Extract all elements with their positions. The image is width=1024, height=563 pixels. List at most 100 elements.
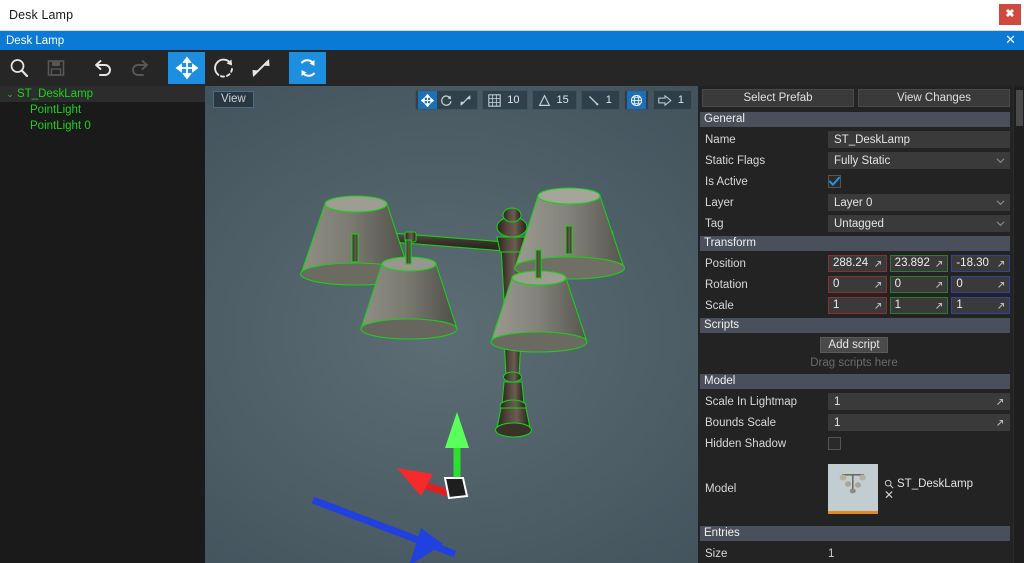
hierarchy-node-st-desklamp[interactable]: ⌄ ST_DeskLamp bbox=[0, 86, 205, 102]
grid-snap-value[interactable]: 10 bbox=[504, 94, 524, 106]
label-bounds-scale: Bounds Scale bbox=[705, 416, 776, 429]
document-close-icon[interactable]: ✕ bbox=[1005, 33, 1016, 47]
select-prefab-button[interactable]: Select Prefab bbox=[702, 89, 854, 107]
search-icon[interactable] bbox=[884, 479, 894, 489]
move-tool-icon[interactable] bbox=[168, 52, 205, 84]
scale-snap-value[interactable]: 1 bbox=[603, 94, 617, 106]
scene-viewport[interactable]: View 10 15 1 1 bbox=[205, 86, 698, 563]
rotation-x-input[interactable]: 0 bbox=[828, 276, 887, 293]
add-script-button[interactable]: Add script bbox=[820, 337, 888, 353]
rotate-tool-icon[interactable] bbox=[205, 52, 242, 84]
viewport-gizmo-group bbox=[415, 90, 479, 110]
label-tag: Tag bbox=[705, 217, 724, 230]
layer-dropdown[interactable]: Layer 0 bbox=[828, 194, 1010, 211]
space-mode-group bbox=[623, 90, 649, 110]
expand-icon[interactable] bbox=[934, 259, 944, 269]
rotate-gizmo-icon[interactable] bbox=[437, 91, 456, 109]
window-titlebar: Desk Lamp ✖ bbox=[0, 0, 1024, 31]
label-is-active: Is Active bbox=[705, 175, 748, 188]
section-header-model: Model bbox=[700, 374, 1010, 389]
arrow-right-icon[interactable] bbox=[656, 91, 675, 109]
tag-value: Untagged bbox=[834, 218, 884, 230]
ruler-icon[interactable] bbox=[584, 91, 603, 109]
section-header-entries: Entries bbox=[700, 526, 1010, 541]
bounds-scale-input[interactable]: 1 bbox=[828, 414, 1010, 431]
window-title: Desk Lamp bbox=[9, 8, 74, 22]
rotation-y-input[interactable]: 0 bbox=[889, 276, 949, 293]
lamp-3d-model bbox=[299, 187, 626, 563]
position-x-value: 288.24 bbox=[833, 257, 869, 269]
grid-snap-icon[interactable] bbox=[485, 91, 504, 109]
section-header-scripts: Scripts bbox=[700, 318, 1010, 333]
toolbar-separator-2 bbox=[158, 68, 168, 69]
expand-icon[interactable] bbox=[873, 280, 883, 290]
expand-icon[interactable] bbox=[934, 301, 944, 311]
undo-icon[interactable] bbox=[84, 52, 121, 84]
redo-icon[interactable] bbox=[121, 52, 158, 84]
sync-icon[interactable] bbox=[289, 52, 326, 84]
toolbar-separator-1 bbox=[74, 68, 84, 69]
save-icon[interactable] bbox=[37, 52, 74, 84]
field-row-layer: Layer Layer 0 bbox=[698, 192, 1024, 213]
scale-vector: 1 1 1 bbox=[828, 297, 1011, 314]
field-row-is-active: Is Active bbox=[698, 171, 1024, 192]
expand-icon[interactable] bbox=[996, 280, 1006, 290]
expand-icon[interactable] bbox=[996, 301, 1006, 311]
pivot-mode-value[interactable]: 1 bbox=[675, 94, 689, 106]
field-row-hidden-shadow: Hidden Shadow bbox=[698, 433, 1024, 454]
expand-icon[interactable] bbox=[995, 397, 1005, 407]
document-tab-title[interactable]: Desk Lamp bbox=[0, 35, 64, 47]
field-row-position: Position 288.24 23.892 -18.30 bbox=[698, 253, 1024, 274]
chevron-down-icon bbox=[996, 158, 1005, 164]
expand-icon[interactable] bbox=[873, 259, 883, 269]
field-row-size: Size 1 bbox=[698, 543, 1024, 563]
hidden-shadow-checkbox[interactable] bbox=[828, 437, 841, 450]
scale-in-lightmap-input[interactable]: 1 bbox=[828, 393, 1010, 410]
expand-icon[interactable] bbox=[934, 280, 944, 290]
field-row-name: Name ST_DeskLamp bbox=[698, 129, 1024, 150]
chevron-down-icon bbox=[996, 200, 1005, 206]
angle-snap-value[interactable]: 15 bbox=[554, 94, 574, 106]
search-icon[interactable] bbox=[0, 52, 37, 84]
view-changes-button[interactable]: View Changes bbox=[858, 89, 1010, 107]
toolbar-separator-3 bbox=[279, 68, 289, 69]
name-input[interactable]: ST_DeskLamp bbox=[828, 131, 1010, 148]
model-value: ST_DeskLamp bbox=[897, 477, 974, 490]
scale-x-input[interactable]: 1 bbox=[828, 297, 887, 314]
label-hidden-shadow: Hidden Shadow bbox=[705, 437, 787, 450]
model-reference: ST_DeskLamp ✕ bbox=[878, 478, 973, 501]
scale-tool-icon[interactable] bbox=[242, 52, 279, 84]
model-thumbnail[interactable] bbox=[828, 464, 878, 514]
label-scale-in-lightmap: Scale In Lightmap bbox=[705, 395, 798, 408]
expand-icon[interactable] bbox=[996, 259, 1006, 269]
position-x-input[interactable]: 288.24 bbox=[828, 255, 887, 272]
field-row-bounds-scale: Bounds Scale 1 bbox=[698, 412, 1024, 433]
static-flags-dropdown[interactable]: Fully Static bbox=[828, 152, 1010, 169]
hierarchy-node-pointlight-0[interactable]: PointLight 0 bbox=[0, 118, 205, 134]
scale-z-input[interactable]: 1 bbox=[951, 297, 1011, 314]
inspector-scrollbar[interactable] bbox=[1013, 86, 1024, 563]
label-scale: Scale bbox=[705, 299, 734, 312]
position-z-input[interactable]: -18.30 bbox=[951, 255, 1011, 272]
position-y-input[interactable]: 23.892 bbox=[889, 255, 949, 272]
move-gizmo-icon[interactable] bbox=[418, 91, 438, 109]
tag-dropdown[interactable]: Untagged bbox=[828, 215, 1010, 232]
hierarchy-node-pointlight[interactable]: PointLight bbox=[0, 102, 205, 118]
scale-x-value: 1 bbox=[833, 299, 840, 311]
is-active-checkbox[interactable] bbox=[828, 175, 841, 188]
position-y-value: 23.892 bbox=[894, 257, 930, 269]
hierarchy-panel: ⌄ ST_DeskLamp PointLight PointLight 0 bbox=[0, 86, 205, 563]
expand-icon[interactable] bbox=[873, 301, 883, 311]
rotation-z-input[interactable]: 0 bbox=[951, 276, 1011, 293]
expand-icon[interactable] bbox=[995, 418, 1005, 428]
scale-y-input[interactable]: 1 bbox=[889, 297, 949, 314]
clear-model-button[interactable]: ✕ bbox=[884, 489, 973, 501]
globe-icon[interactable] bbox=[626, 91, 646, 109]
window-close-button[interactable]: ✖ bbox=[999, 4, 1021, 25]
angle-snap-icon[interactable] bbox=[535, 91, 554, 109]
view-menu-button[interactable]: View bbox=[213, 91, 254, 108]
chevron-down-icon[interactable]: ⌄ bbox=[4, 86, 16, 102]
inspector-scrollbar-thumb[interactable] bbox=[1016, 90, 1023, 126]
model-name-row[interactable]: ST_DeskLamp bbox=[884, 478, 973, 490]
scale-gizmo-icon[interactable] bbox=[456, 91, 475, 109]
